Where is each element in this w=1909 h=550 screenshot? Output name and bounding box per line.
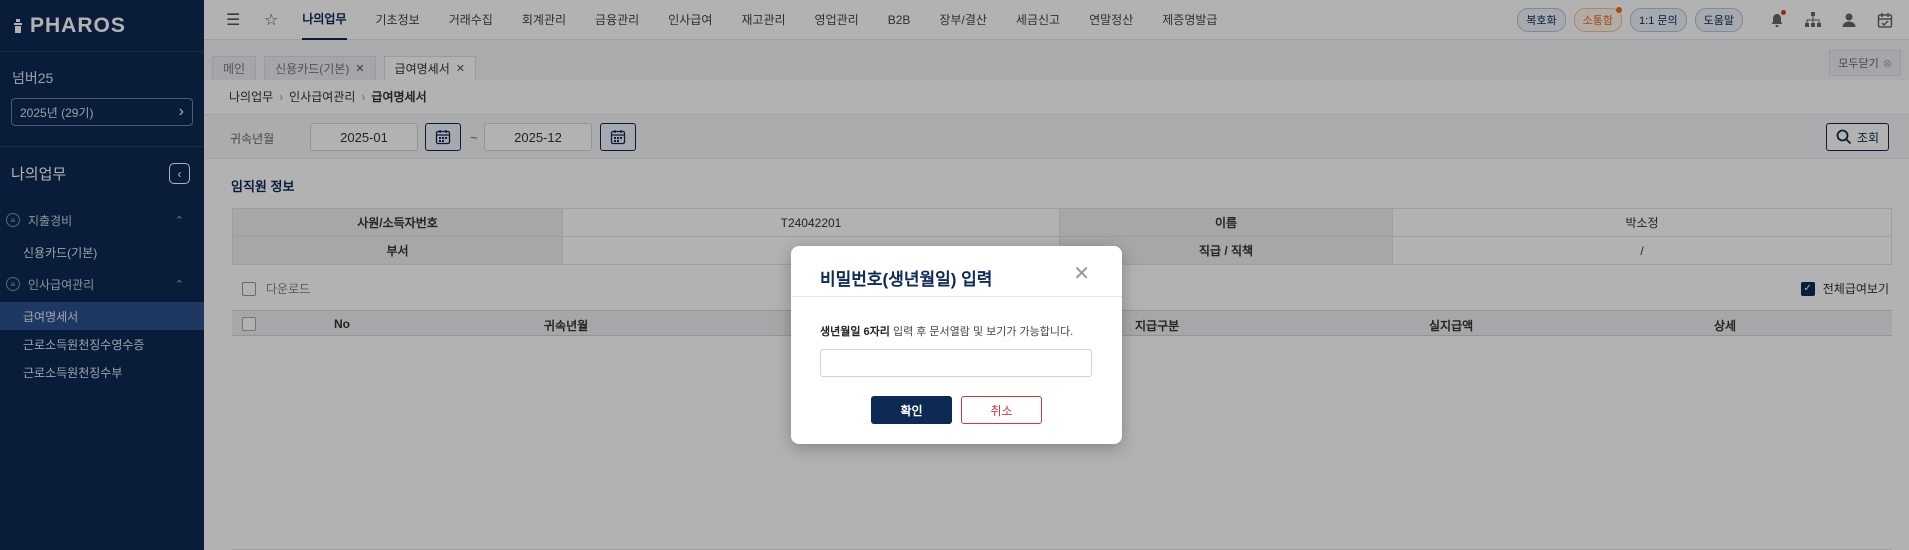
modal-desc-text: 입력 후 문서열람 및 보기가 가능합니다. [889, 326, 1074, 338]
modal-description: 생년월일 6자리 입력 후 문서열람 및 보기가 가능합니다. [820, 323, 1073, 339]
close-icon[interactable]: ✕ [1073, 261, 1090, 286]
cancel-button[interactable]: 취소 [961, 396, 1042, 424]
password-modal: 비밀번호(생년월일) 입력 ✕ 생년월일 6자리 입력 후 문서열람 및 보기가… [791, 246, 1122, 444]
birthdate-password-input[interactable] [820, 349, 1092, 377]
modal-title: 비밀번호(생년월일) 입력 [820, 270, 993, 289]
confirm-button[interactable]: 확인 [871, 396, 952, 424]
modal-desc-bold: 생년월일 6자리 [820, 326, 890, 338]
